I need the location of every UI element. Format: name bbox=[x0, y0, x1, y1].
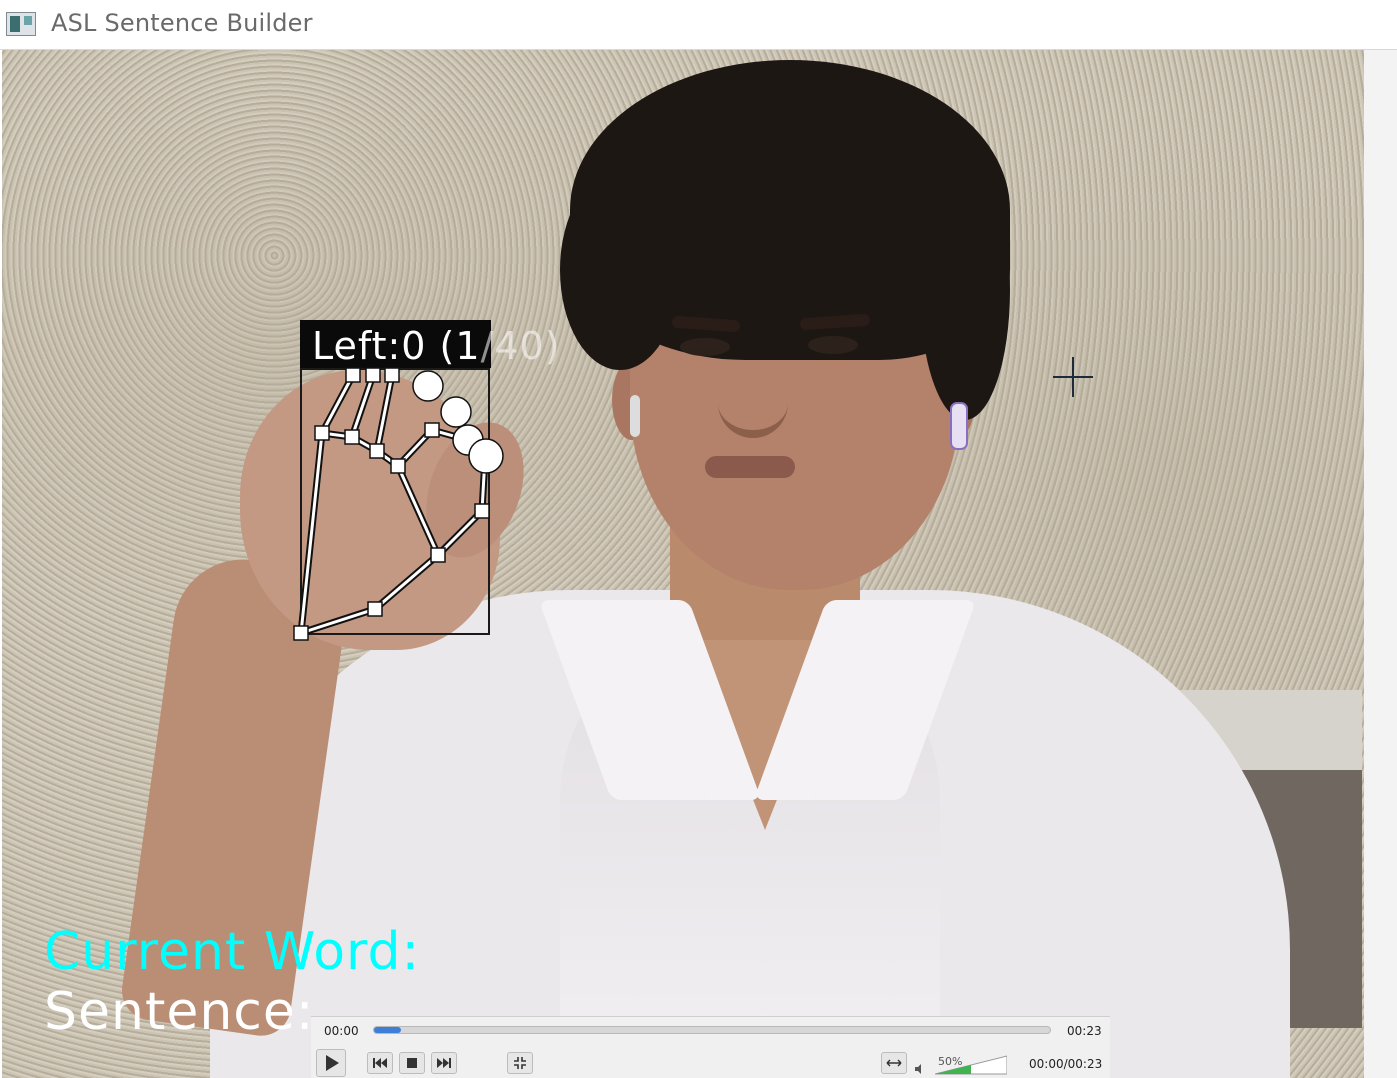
fullscreen-button[interactable] bbox=[507, 1052, 533, 1074]
fit-width-icon bbox=[886, 1059, 902, 1067]
media-controls: 00:00 00:23 50% 00:00/00:23 bbox=[311, 1016, 1110, 1078]
duration-time: 00:23 bbox=[1067, 1024, 1102, 1038]
fullscreen-icon bbox=[514, 1057, 526, 1069]
elapsed-time: 00:00 bbox=[324, 1024, 359, 1038]
stop-icon bbox=[407, 1058, 417, 1068]
play-icon bbox=[326, 1055, 339, 1071]
position-display: 00:00/00:23 bbox=[1029, 1057, 1103, 1071]
skip-forward-button[interactable] bbox=[431, 1052, 457, 1074]
play-button[interactable] bbox=[316, 1049, 346, 1077]
volume-icon[interactable] bbox=[915, 1064, 925, 1074]
seek-bar-fill bbox=[374, 1027, 402, 1033]
fit-width-button[interactable] bbox=[881, 1052, 907, 1074]
hand-skeleton bbox=[293, 367, 504, 641]
crosshair-cursor bbox=[1053, 357, 1093, 397]
skip-back-button[interactable] bbox=[367, 1052, 393, 1074]
skip-forward-icon bbox=[437, 1058, 451, 1068]
seek-bar[interactable] bbox=[373, 1026, 1051, 1034]
volume-percentage: 50% bbox=[938, 1055, 963, 1068]
stop-button[interactable] bbox=[399, 1052, 425, 1074]
sentence-label: Sentence: bbox=[44, 982, 315, 1042]
skip-back-icon bbox=[373, 1058, 387, 1068]
current-word-label: Current Word: bbox=[44, 922, 421, 982]
